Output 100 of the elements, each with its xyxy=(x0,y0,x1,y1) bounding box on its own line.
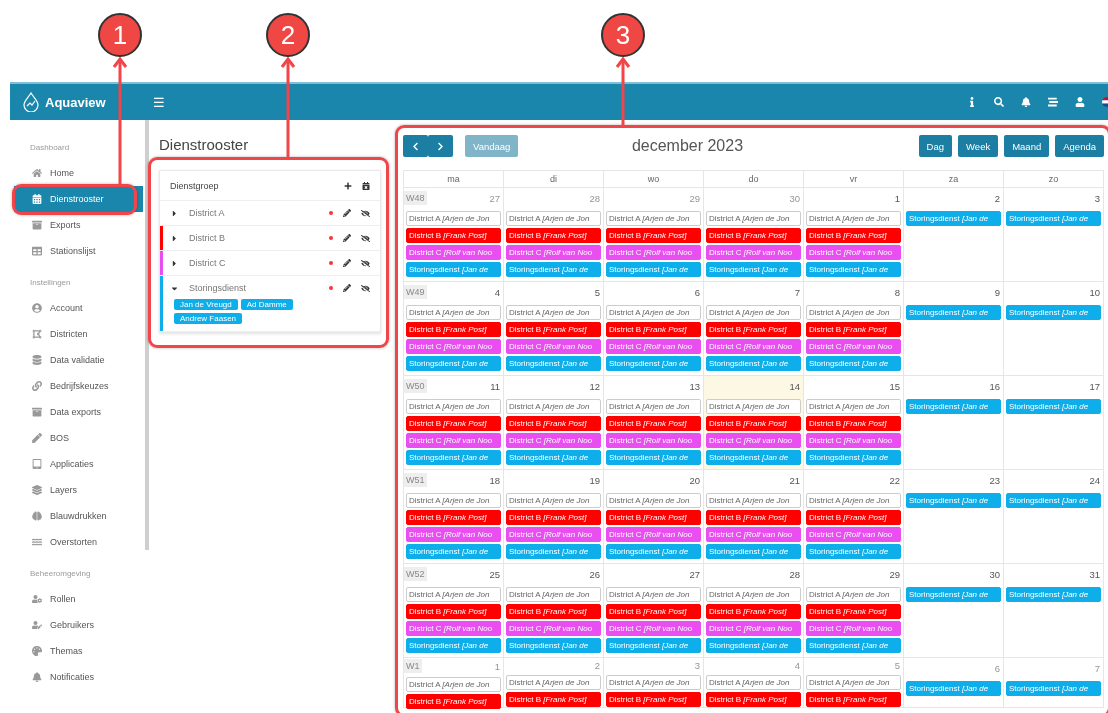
calendar-event[interactable]: Storingsdienst [Jan de xyxy=(1006,587,1101,602)
calendar-event[interactable]: Storingsdienst [Jan de xyxy=(706,356,801,371)
calendar-event[interactable]: District B [Frank Post] xyxy=(606,692,701,707)
calendar-event[interactable]: District B [Frank Post] xyxy=(506,510,601,525)
calendar-event[interactable]: District A [Arjen de Jon xyxy=(506,493,601,508)
info-icon[interactable] xyxy=(967,97,977,107)
calendar-event[interactable]: Storingsdienst [Jan de xyxy=(806,356,901,371)
calendar-event[interactable]: District C [Rolf van Noo xyxy=(406,339,501,354)
calendar-event[interactable]: District A [Arjen de Jon xyxy=(706,211,801,226)
calendar-event[interactable]: Storingsdienst [Jan de xyxy=(606,544,701,559)
calendar-event[interactable]: Storingsdienst [Jan de xyxy=(1006,493,1101,508)
calendar-event[interactable]: District B [Frank Post] xyxy=(406,416,501,431)
calendar-event[interactable]: District A [Arjen de Jon xyxy=(506,305,601,320)
eye-slash-icon[interactable] xyxy=(361,283,370,293)
calendar-event[interactable]: District C [Rolf van Noo xyxy=(806,245,901,260)
calendar-event[interactable]: District B [Frank Post] xyxy=(706,604,801,619)
sidebar-item[interactable]: BOS xyxy=(14,425,143,451)
calendar-event[interactable]: District C [Rolf van Noo xyxy=(806,433,901,448)
calendar-event[interactable]: District A [Arjen de Jon xyxy=(706,675,801,690)
calendar-event[interactable]: Storingsdienst [Jan de xyxy=(906,211,1001,226)
sidebar-item[interactable]: Rollen xyxy=(14,586,143,612)
calendar-event[interactable]: District A [Arjen de Jon xyxy=(706,305,801,320)
previous-button[interactable] xyxy=(403,135,428,157)
sidebar-item[interactable]: Notificaties xyxy=(14,664,143,690)
sidebar-item[interactable]: Gebruikers xyxy=(14,612,143,638)
calendar-event[interactable]: District A [Arjen de Jon xyxy=(806,493,901,508)
calendar-event[interactable]: Storingsdienst [Jan de xyxy=(1006,305,1101,320)
calendar-event[interactable]: District C [Rolf van Noo xyxy=(706,339,801,354)
calendar-event[interactable]: Storingsdienst [Jan de xyxy=(606,450,701,465)
sidebar-item[interactable]: Districten xyxy=(14,321,143,347)
calendar-event[interactable]: District C [Rolf van Noo xyxy=(606,339,701,354)
user-icon[interactable] xyxy=(1075,97,1085,107)
duty-group-row[interactable]: Storingsdienst Jan de Vreugd Ad Damme Andrew Faasen xyxy=(160,276,380,332)
calendar-event[interactable]: District A [Arjen de Jon xyxy=(406,399,501,414)
sidebar-item[interactable]: Home xyxy=(14,160,143,186)
calendar-event[interactable]: Storingsdienst [Jan de xyxy=(506,356,601,371)
calendar-event[interactable]: Storingsdienst [Jan de xyxy=(906,681,1001,696)
calendar-event[interactable]: District B [Frank Post] xyxy=(806,510,901,525)
calendar-event[interactable]: District A [Arjen de Jon xyxy=(606,211,701,226)
menu-button[interactable]: ☰ xyxy=(149,94,169,110)
calendar-event[interactable]: Storingsdienst [Jan de xyxy=(706,638,801,653)
calendar-event[interactable]: District A [Arjen de Jon xyxy=(806,211,901,226)
calendar-event[interactable]: Storingsdienst [Jan de xyxy=(806,262,901,277)
calendar-event[interactable]: District C [Rolf van Noo xyxy=(706,621,801,636)
calendar-event[interactable]: District A [Arjen de Jon xyxy=(406,211,501,226)
calendar-event[interactable]: Storingsdienst [Jan de xyxy=(406,356,501,371)
calendar-event[interactable]: District B [Frank Post] xyxy=(806,692,901,707)
calendar-event[interactable]: District C [Rolf van Noo xyxy=(706,433,801,448)
calendar-event[interactable]: District B [Frank Post] xyxy=(706,692,801,707)
calendar-event[interactable]: Storingsdienst [Jan de xyxy=(906,493,1001,508)
calendar-event[interactable]: District B [Frank Post] xyxy=(706,322,801,337)
calendar-event[interactable]: District C [Rolf van Noo xyxy=(806,621,901,636)
calendar-event[interactable]: District C [Rolf van Noo xyxy=(406,527,501,542)
calendar-event[interactable]: District B [Frank Post] xyxy=(406,694,501,709)
calendar-event[interactable]: District A [Arjen de Jon xyxy=(406,305,501,320)
calendar-event[interactable]: District B [Frank Post] xyxy=(506,604,601,619)
calendar-event[interactable]: District B [Frank Post] xyxy=(806,322,901,337)
calendar-event[interactable]: District C [Rolf van Noo xyxy=(706,245,801,260)
calendar-event[interactable]: District A [Arjen de Jon xyxy=(506,675,601,690)
duty-group-row[interactable]: District A xyxy=(160,201,380,226)
calendar-event[interactable]: Storingsdienst [Jan de xyxy=(406,450,501,465)
duty-group-row[interactable]: District B xyxy=(160,226,380,251)
calendar-event[interactable]: District C [Rolf van Noo xyxy=(506,245,601,260)
calendar-event[interactable]: District A [Arjen de Jon xyxy=(706,587,801,602)
calendar-event[interactable]: District C [Rolf van Noo xyxy=(506,621,601,636)
calendar-event[interactable]: District C [Rolf van Noo xyxy=(806,527,901,542)
calendar-event[interactable]: District B [Frank Post] xyxy=(506,228,601,243)
calendar-event[interactable]: District C [Rolf van Noo xyxy=(406,433,501,448)
sidebar-item[interactable]: Layers xyxy=(14,477,143,503)
calendar-event[interactable]: District B [Frank Post] xyxy=(606,604,701,619)
calendar-event[interactable]: District C [Rolf van Noo xyxy=(606,245,701,260)
calendar-event[interactable]: Storingsdienst [Jan de xyxy=(706,450,801,465)
bell-icon[interactable] xyxy=(1021,97,1031,107)
view-button[interactable]: Dag xyxy=(918,135,953,157)
calendar-event[interactable]: Storingsdienst [Jan de xyxy=(1006,399,1101,414)
calendar-event[interactable]: District A [Arjen de Jon xyxy=(806,305,901,320)
calendar-event[interactable]: District A [Arjen de Jon xyxy=(706,399,801,414)
calendar-event[interactable]: District A [Arjen de Jon xyxy=(706,493,801,508)
calendar-event[interactable]: Storingsdienst [Jan de xyxy=(406,262,501,277)
calendar-event[interactable]: District B [Frank Post] xyxy=(506,416,601,431)
sidebar-item[interactable]: Blauwdrukken xyxy=(14,503,143,529)
calendar-event[interactable]: District B [Frank Post] xyxy=(806,604,901,619)
edit-icon[interactable] xyxy=(343,234,351,242)
calendar-event[interactable]: Storingsdienst [Jan de xyxy=(506,638,601,653)
caret-icon[interactable] xyxy=(170,233,179,243)
calendar-event[interactable]: Storingsdienst [Jan de xyxy=(606,638,701,653)
calendar-event[interactable]: Storingsdienst [Jan de xyxy=(906,305,1001,320)
caret-icon[interactable] xyxy=(170,258,179,268)
sidebar-item[interactable]: Overstorten xyxy=(14,529,143,555)
calendar-event[interactable]: Storingsdienst [Jan de xyxy=(606,262,701,277)
eye-slash-icon[interactable] xyxy=(361,233,370,243)
edit-icon[interactable] xyxy=(343,209,351,217)
calendar-event[interactable]: District B [Frank Post] xyxy=(406,322,501,337)
list-icon[interactable] xyxy=(1048,97,1058,107)
calendar-event[interactable]: District A [Arjen de Jon xyxy=(406,677,501,692)
scrollbar[interactable] xyxy=(145,120,149,550)
calendar-event[interactable]: District C [Rolf van Noo xyxy=(606,433,701,448)
calendar-event[interactable]: Storingsdienst [Jan de xyxy=(1006,211,1101,226)
calendar-event[interactable]: Storingsdienst [Jan de xyxy=(906,587,1001,602)
calendar-event[interactable]: District A [Arjen de Jon xyxy=(606,587,701,602)
